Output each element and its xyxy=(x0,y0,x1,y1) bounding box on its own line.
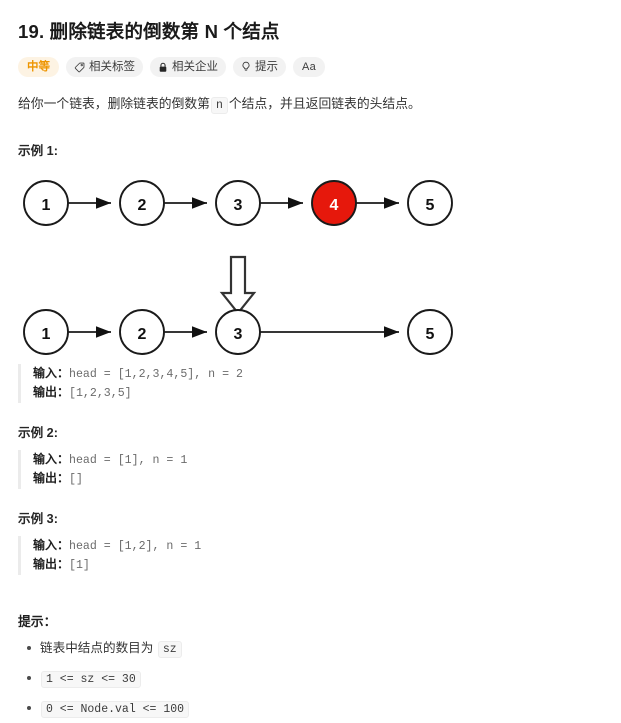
example-3-input-label: 输入： xyxy=(33,538,70,552)
linked-list-diagram: 1 2 3 4 5 1 2 3 5 xyxy=(18,171,488,357)
svg-text:4: 4 xyxy=(330,197,339,214)
hint-label: 提示 xyxy=(255,61,278,73)
transform-down-arrow xyxy=(219,255,257,315)
example-3-heading: 示例 3: xyxy=(18,512,58,526)
font-size-button[interactable]: Aa xyxy=(293,57,326,77)
related-companies-button[interactable]: 相关企业 xyxy=(150,57,226,77)
lightbulb-icon xyxy=(241,61,251,73)
example-2-codeblock: 输入：head = [1], n = 1 输出：[] xyxy=(18,450,611,489)
font-size-label: Aa xyxy=(302,61,317,73)
badge-row: 中等 相关标签 相关企业 提示 Aa xyxy=(10,46,611,77)
example-1-heading: 示例 1: xyxy=(18,144,58,158)
problem-description: 给你一个链表，删除链表的倒数第 n 个结点，并且返回链表的头结点。 xyxy=(10,77,611,114)
example-1-codeblock: 输入：head = [1,2,3,4,5], n = 2 输出：[1,2,3,5… xyxy=(18,364,611,403)
svg-text:5: 5 xyxy=(426,197,435,214)
example-3-output-label: 输出： xyxy=(33,556,70,571)
page-title: 19. 删除链表的倒数第 N 个结点 xyxy=(18,21,280,42)
problem-page: 19. 删除链表的倒数第 N 个结点 中等 相关标签 相关企业 提示 Aa 给你… xyxy=(0,0,621,723)
example-3-output-value: [1] xyxy=(69,558,90,572)
description-text-before: 给你一个链表，删除链表的倒数第 xyxy=(18,96,210,111)
example-1-output-value: [1,2,3,5] xyxy=(69,386,132,400)
svg-text:3: 3 xyxy=(234,197,243,214)
description-text-after: 个结点，并且返回链表的头结点。 xyxy=(228,96,421,111)
hint-code: sz xyxy=(157,641,182,658)
svg-text:2: 2 xyxy=(138,197,147,214)
example-3-codeblock: 输入：head = [1,2], n = 1 输出：[1] xyxy=(18,536,611,575)
tag-icon xyxy=(74,62,85,73)
svg-text:1: 1 xyxy=(42,197,51,214)
hint-code: 1 <= sz <= 30 xyxy=(41,671,141,688)
related-companies-label: 相关企业 xyxy=(172,61,218,73)
difficulty-badge[interactable]: 中等 xyxy=(18,57,59,77)
lock-icon xyxy=(158,62,168,73)
example-3-input-value: head = [1,2], n = 1 xyxy=(69,540,202,553)
hints-heading: 提示： xyxy=(18,614,57,629)
hint-item: 链表中结点的数目为 sz xyxy=(27,639,611,658)
hints-list: 链表中结点的数目为 sz 1 <= sz <= 30 0 <= Node.val… xyxy=(10,639,611,723)
svg-text:2: 2 xyxy=(138,326,147,343)
hint-item: 1 <= sz <= 30 xyxy=(27,669,611,688)
hint-button[interactable]: 提示 xyxy=(233,57,286,77)
hint-code: 0 <= Node.val <= 100 xyxy=(41,701,190,718)
svg-text:3: 3 xyxy=(234,326,243,343)
example-2-output-value: [] xyxy=(69,472,83,486)
example-1-output-label: 输出： xyxy=(33,384,70,399)
example-1-input-value: head = [1,2,3,4,5], n = 2 xyxy=(69,368,243,381)
example-2-input-value: head = [1], n = 1 xyxy=(69,454,188,467)
hint-item: 0 <= Node.val <= 100 xyxy=(27,699,611,718)
inline-code-n: n xyxy=(210,97,228,114)
svg-text:1: 1 xyxy=(42,326,51,343)
related-tags-button[interactable]: 相关标签 xyxy=(66,57,143,77)
hint-text: 链表中结点的数目为 xyxy=(40,641,154,655)
linked-list-after: 1 2 3 5 xyxy=(23,309,453,355)
related-tags-label: 相关标签 xyxy=(89,61,135,73)
example-2-output-label: 输出： xyxy=(33,470,70,485)
svg-text:5: 5 xyxy=(426,326,435,343)
linked-list-before: 1 2 3 4 5 xyxy=(23,180,453,226)
example-2-input-label: 输入： xyxy=(33,452,70,466)
difficulty-label: 中等 xyxy=(27,61,50,73)
example-2-heading: 示例 2: xyxy=(18,426,58,440)
example-1-input-label: 输入： xyxy=(33,366,70,380)
